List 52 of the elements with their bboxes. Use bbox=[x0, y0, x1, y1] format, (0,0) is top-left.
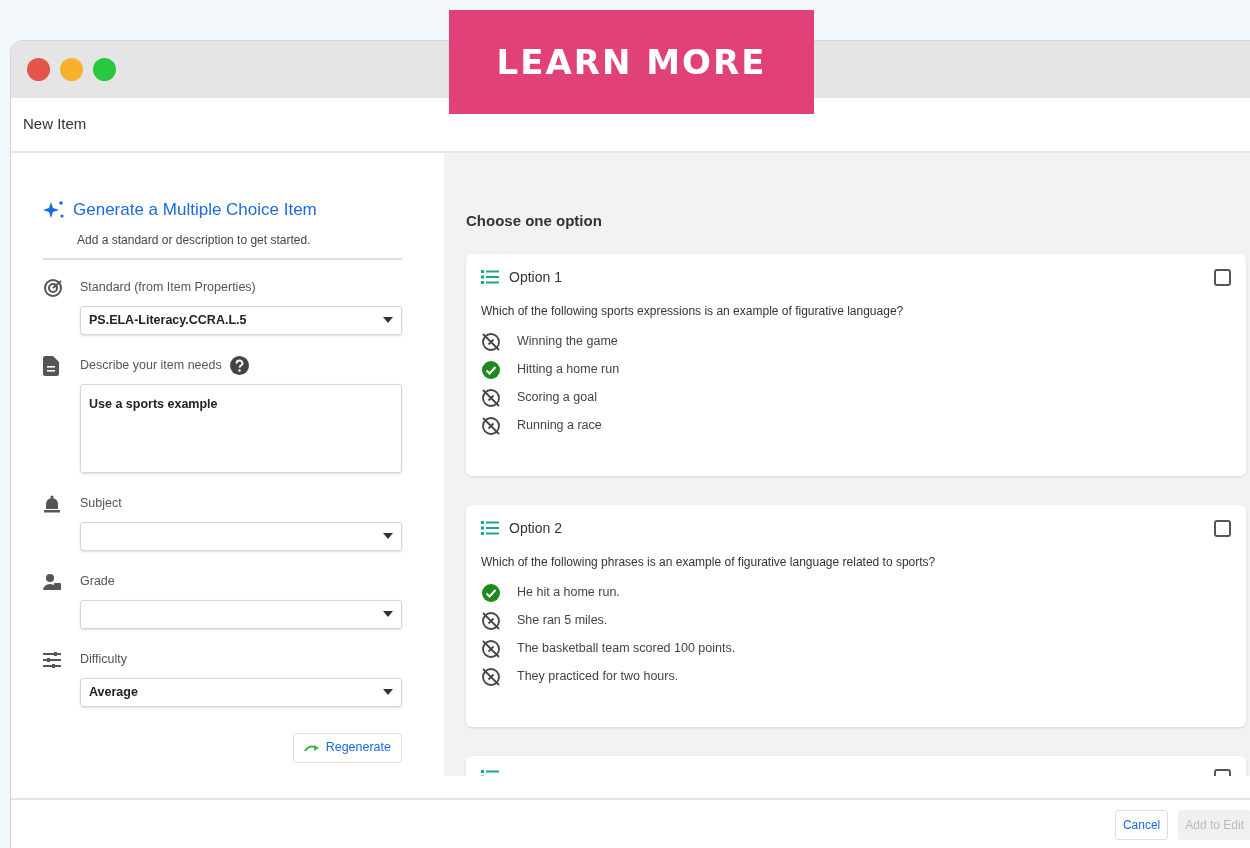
field-label: Subject bbox=[80, 495, 122, 513]
bell-icon bbox=[43, 494, 61, 513]
checkbox[interactable] bbox=[1214, 519, 1231, 537]
learn-more-button[interactable]: LEARN MORE bbox=[449, 10, 814, 114]
question-text: Which of the following phrases is an example of figurative language related to sports? bbox=[481, 553, 937, 571]
answer-text: She ran 5 miles. bbox=[517, 612, 608, 630]
person-icon bbox=[43, 572, 61, 591]
crossed-circle-icon bbox=[481, 415, 501, 436]
panel-title: Choose one option bbox=[466, 211, 603, 231]
select-field[interactable]: Average bbox=[80, 677, 402, 707]
generator-title: Generate a Multiple Choice Item bbox=[73, 199, 317, 221]
answer-text: Winning the game bbox=[517, 333, 618, 351]
select-field[interactable]: PS.ELA-Literacy.CCRA.L.5 bbox=[80, 305, 402, 335]
option-title: Option 1 bbox=[509, 267, 562, 287]
answer-text: Scoring a goal bbox=[517, 389, 597, 407]
crossed-circle-icon bbox=[481, 331, 501, 352]
field-label: Difficulty bbox=[80, 651, 127, 669]
answer-text: Running a race bbox=[517, 417, 602, 435]
caret-icon bbox=[383, 317, 393, 323]
description-field[interactable]: Use a sports example bbox=[80, 383, 402, 473]
footer-button[interactable]: Cancel bbox=[1114, 809, 1169, 840]
option-title: Option 2 bbox=[509, 518, 562, 538]
field-label: Grade bbox=[80, 573, 115, 591]
answer-text: The basketball team scored 100 points. bbox=[517, 640, 736, 658]
answer-text: He hit a home run. bbox=[517, 584, 620, 602]
field-label: Describe your item needs bbox=[80, 357, 222, 375]
sliders-icon bbox=[43, 651, 61, 668]
check-circle-icon bbox=[481, 359, 501, 380]
window-title: New Item bbox=[23, 114, 87, 135]
generator-subtitle: Add a standard or description to get started. bbox=[77, 231, 312, 249]
document-icon bbox=[43, 355, 59, 376]
help-icon[interactable] bbox=[229, 356, 249, 375]
arrow-icon bbox=[303, 743, 320, 752]
answer-text: They practiced for two hours. bbox=[517, 668, 679, 686]
check-circle-icon bbox=[481, 582, 501, 603]
list-icon bbox=[481, 521, 499, 535]
select-field[interactable] bbox=[80, 599, 402, 629]
target-icon bbox=[43, 277, 63, 298]
caret-icon bbox=[383, 611, 393, 617]
crossed-circle-icon bbox=[481, 638, 501, 659]
caret-icon bbox=[383, 533, 393, 539]
select-field[interactable] bbox=[80, 521, 402, 551]
crossed-circle-icon bbox=[481, 387, 501, 408]
list-icon bbox=[481, 270, 499, 284]
crossed-circle-icon bbox=[481, 610, 501, 631]
crossed-circle-icon bbox=[481, 666, 501, 687]
answer-text: Hitting a home run bbox=[517, 361, 620, 379]
question-text: Which of the following sports expressions is an example of figurative language? bbox=[481, 302, 905, 320]
regenerate-button[interactable]: Regenerate bbox=[292, 732, 402, 763]
caret-icon bbox=[383, 689, 393, 695]
field-label: Standard (from Item Properties) bbox=[80, 279, 256, 297]
checkbox[interactable] bbox=[1214, 268, 1231, 286]
